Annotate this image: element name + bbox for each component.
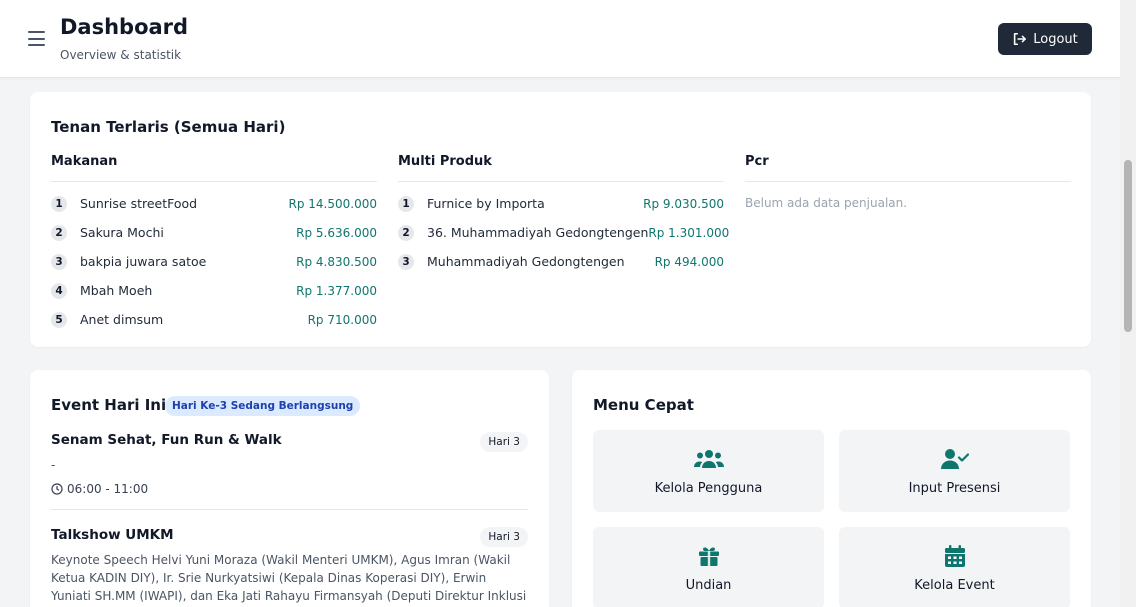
tenant-name: Anet dimsum	[80, 312, 164, 327]
logout-icon	[1014, 32, 1027, 46]
scrollbar-thumb[interactable]	[1124, 160, 1132, 332]
tenant-sales-amount: Rp 14.500.000	[288, 196, 377, 211]
tenant-rank-row: 3 bakpia juwara satoe Rp 4.830.500	[51, 247, 377, 276]
tile-label: Kelola Pengguna	[654, 481, 763, 496]
tenant-sales-amount: Rp 9.030.500	[643, 196, 724, 211]
event-item[interactable]: Senam Sehat, Fun Run & Walk Hari 3 - 06:…	[51, 432, 528, 496]
tenant-ranking-list: 1 Sunrise streetFood Rp 14.500.000 2 Sak…	[51, 189, 377, 334]
event-title: Senam Sehat, Fun Run & Walk	[51, 432, 282, 448]
tenant-sales-amount: Rp 710.000	[307, 312, 377, 327]
tenant-name: 36. Muhammadiyah Gedongtengen	[427, 225, 649, 240]
event-title: Talkshow UMKM	[51, 527, 174, 543]
tenant-name: bakpia juwara satoe	[80, 254, 207, 269]
user-check-icon	[940, 449, 969, 469]
empty-sales-message: Belum ada data penjualan.	[745, 196, 908, 210]
calendar-icon	[944, 545, 965, 567]
event-day-badge: Hari 3	[480, 432, 528, 452]
tenant-ranking-list: 1 Furnice by Importa Rp 9.030.500 2 36. …	[398, 189, 729, 276]
top-tenants-title: Tenan Terlaris (Semua Hari)	[51, 118, 286, 136]
logout-button[interactable]: Logout	[998, 23, 1092, 55]
category-heading: Multi Produk	[398, 154, 724, 182]
kelola-event-button[interactable]: Kelola Event	[839, 527, 1070, 607]
tenant-name: Sakura Mochi	[80, 225, 164, 240]
tenant-rank-row: 5 Anet dimsum Rp 710.000	[51, 305, 377, 334]
users-icon	[693, 450, 724, 468]
tenant-sales-amount: Rp 1.377.000	[296, 283, 377, 298]
clock-icon	[51, 483, 63, 495]
tenant-sales-amount: Rp 5.636.000	[296, 225, 377, 240]
tenant-rank-row: 4 Mbah Moeh Rp 1.377.000	[51, 276, 377, 305]
tenant-name: Sunrise streetFood	[80, 196, 198, 211]
rank-number: 4	[51, 282, 67, 299]
tile-label: Kelola Event	[914, 578, 995, 593]
rank-number: 2	[51, 224, 67, 241]
tenant-name: Mbah Moeh	[80, 283, 153, 298]
category-heading: Makanan	[51, 154, 377, 182]
tenant-sales-amount: Rp 494.000	[654, 254, 724, 269]
category-heading: Pcr	[745, 154, 1071, 182]
tenant-name: Furnice by Importa	[427, 196, 545, 211]
rank-number: 3	[398, 253, 414, 270]
rank-number: 1	[51, 195, 67, 212]
tile-label: Input Presensi	[908, 481, 1001, 496]
rank-number: 1	[398, 195, 414, 212]
event-divider	[51, 509, 528, 510]
tenant-rank-row: 3 Muhammadiyah Gedongtengen Rp 494.000	[398, 247, 724, 276]
rank-number: 3	[51, 253, 67, 270]
event-day-badge: Hari 3	[480, 527, 528, 547]
tenant-rank-row: 1 Furnice by Importa Rp 9.030.500	[398, 189, 724, 218]
event-status-badge: Hari Ke-3 Sedang Berlangsung	[165, 396, 361, 416]
tenant-rank-row: 2 36. Muhammadiyah Gedongtengen Rp 1.301…	[398, 218, 729, 247]
page-title: Dashboard	[60, 15, 189, 39]
page-subtitle: Overview & statistik	[60, 48, 182, 62]
undian-button[interactable]: Undian	[593, 527, 824, 607]
input-presensi-button[interactable]: Input Presensi	[839, 430, 1070, 512]
event-item[interactable]: Talkshow UMKM Hari 3 Keynote Speech Helv…	[51, 527, 528, 607]
tile-label: Undian	[685, 578, 732, 593]
category-column-multi-produk: Multi Produk 1 Furnice by Importa Rp 9.0…	[398, 154, 729, 276]
event-time-text: 06:00 - 11:00	[67, 482, 149, 496]
top-tenants-card: Tenan Terlaris (Semua Hari) Makanan 1 Su…	[30, 92, 1091, 347]
event-description: -	[51, 458, 56, 472]
category-column-makanan: Makanan 1 Sunrise streetFood Rp 14.500.0…	[51, 154, 377, 334]
rank-number: 5	[51, 311, 67, 328]
events-title: Event Hari Ini	[51, 396, 167, 414]
event-time: 06:00 - 11:00	[51, 482, 528, 496]
tenant-sales-amount: Rp 4.830.500	[296, 254, 377, 269]
logout-label: Logout	[1033, 31, 1078, 47]
category-column-pcr: Pcr Belum ada data penjualan.	[745, 154, 1071, 210]
rank-number: 2	[398, 224, 414, 241]
kelola-pengguna-button[interactable]: Kelola Pengguna	[593, 430, 824, 512]
quick-menu-card: Menu Cepat Kelola Pengguna Input Presens…	[572, 370, 1091, 607]
gift-icon	[698, 547, 719, 566]
tenant-name: Muhammadiyah Gedongtengen	[427, 254, 625, 269]
menu-toggle-icon[interactable]	[28, 31, 45, 46]
tenant-rank-row: 1 Sunrise streetFood Rp 14.500.000	[51, 189, 377, 218]
top-header: Dashboard Overview & statistik Logout	[0, 0, 1120, 78]
today-events-card: Event Hari Ini Hari Ke-3 Sedang Berlangs…	[30, 370, 549, 607]
page-scrollbar[interactable]	[1120, 0, 1136, 607]
quick-menu-title: Menu Cepat	[593, 396, 694, 414]
tenant-rank-row: 2 Sakura Mochi Rp 5.636.000	[51, 218, 377, 247]
event-description: Keynote Speech Helvi Yuni Moraza (Wakil …	[51, 553, 527, 603]
tenant-sales-amount: Rp 1.301.000	[648, 225, 730, 240]
